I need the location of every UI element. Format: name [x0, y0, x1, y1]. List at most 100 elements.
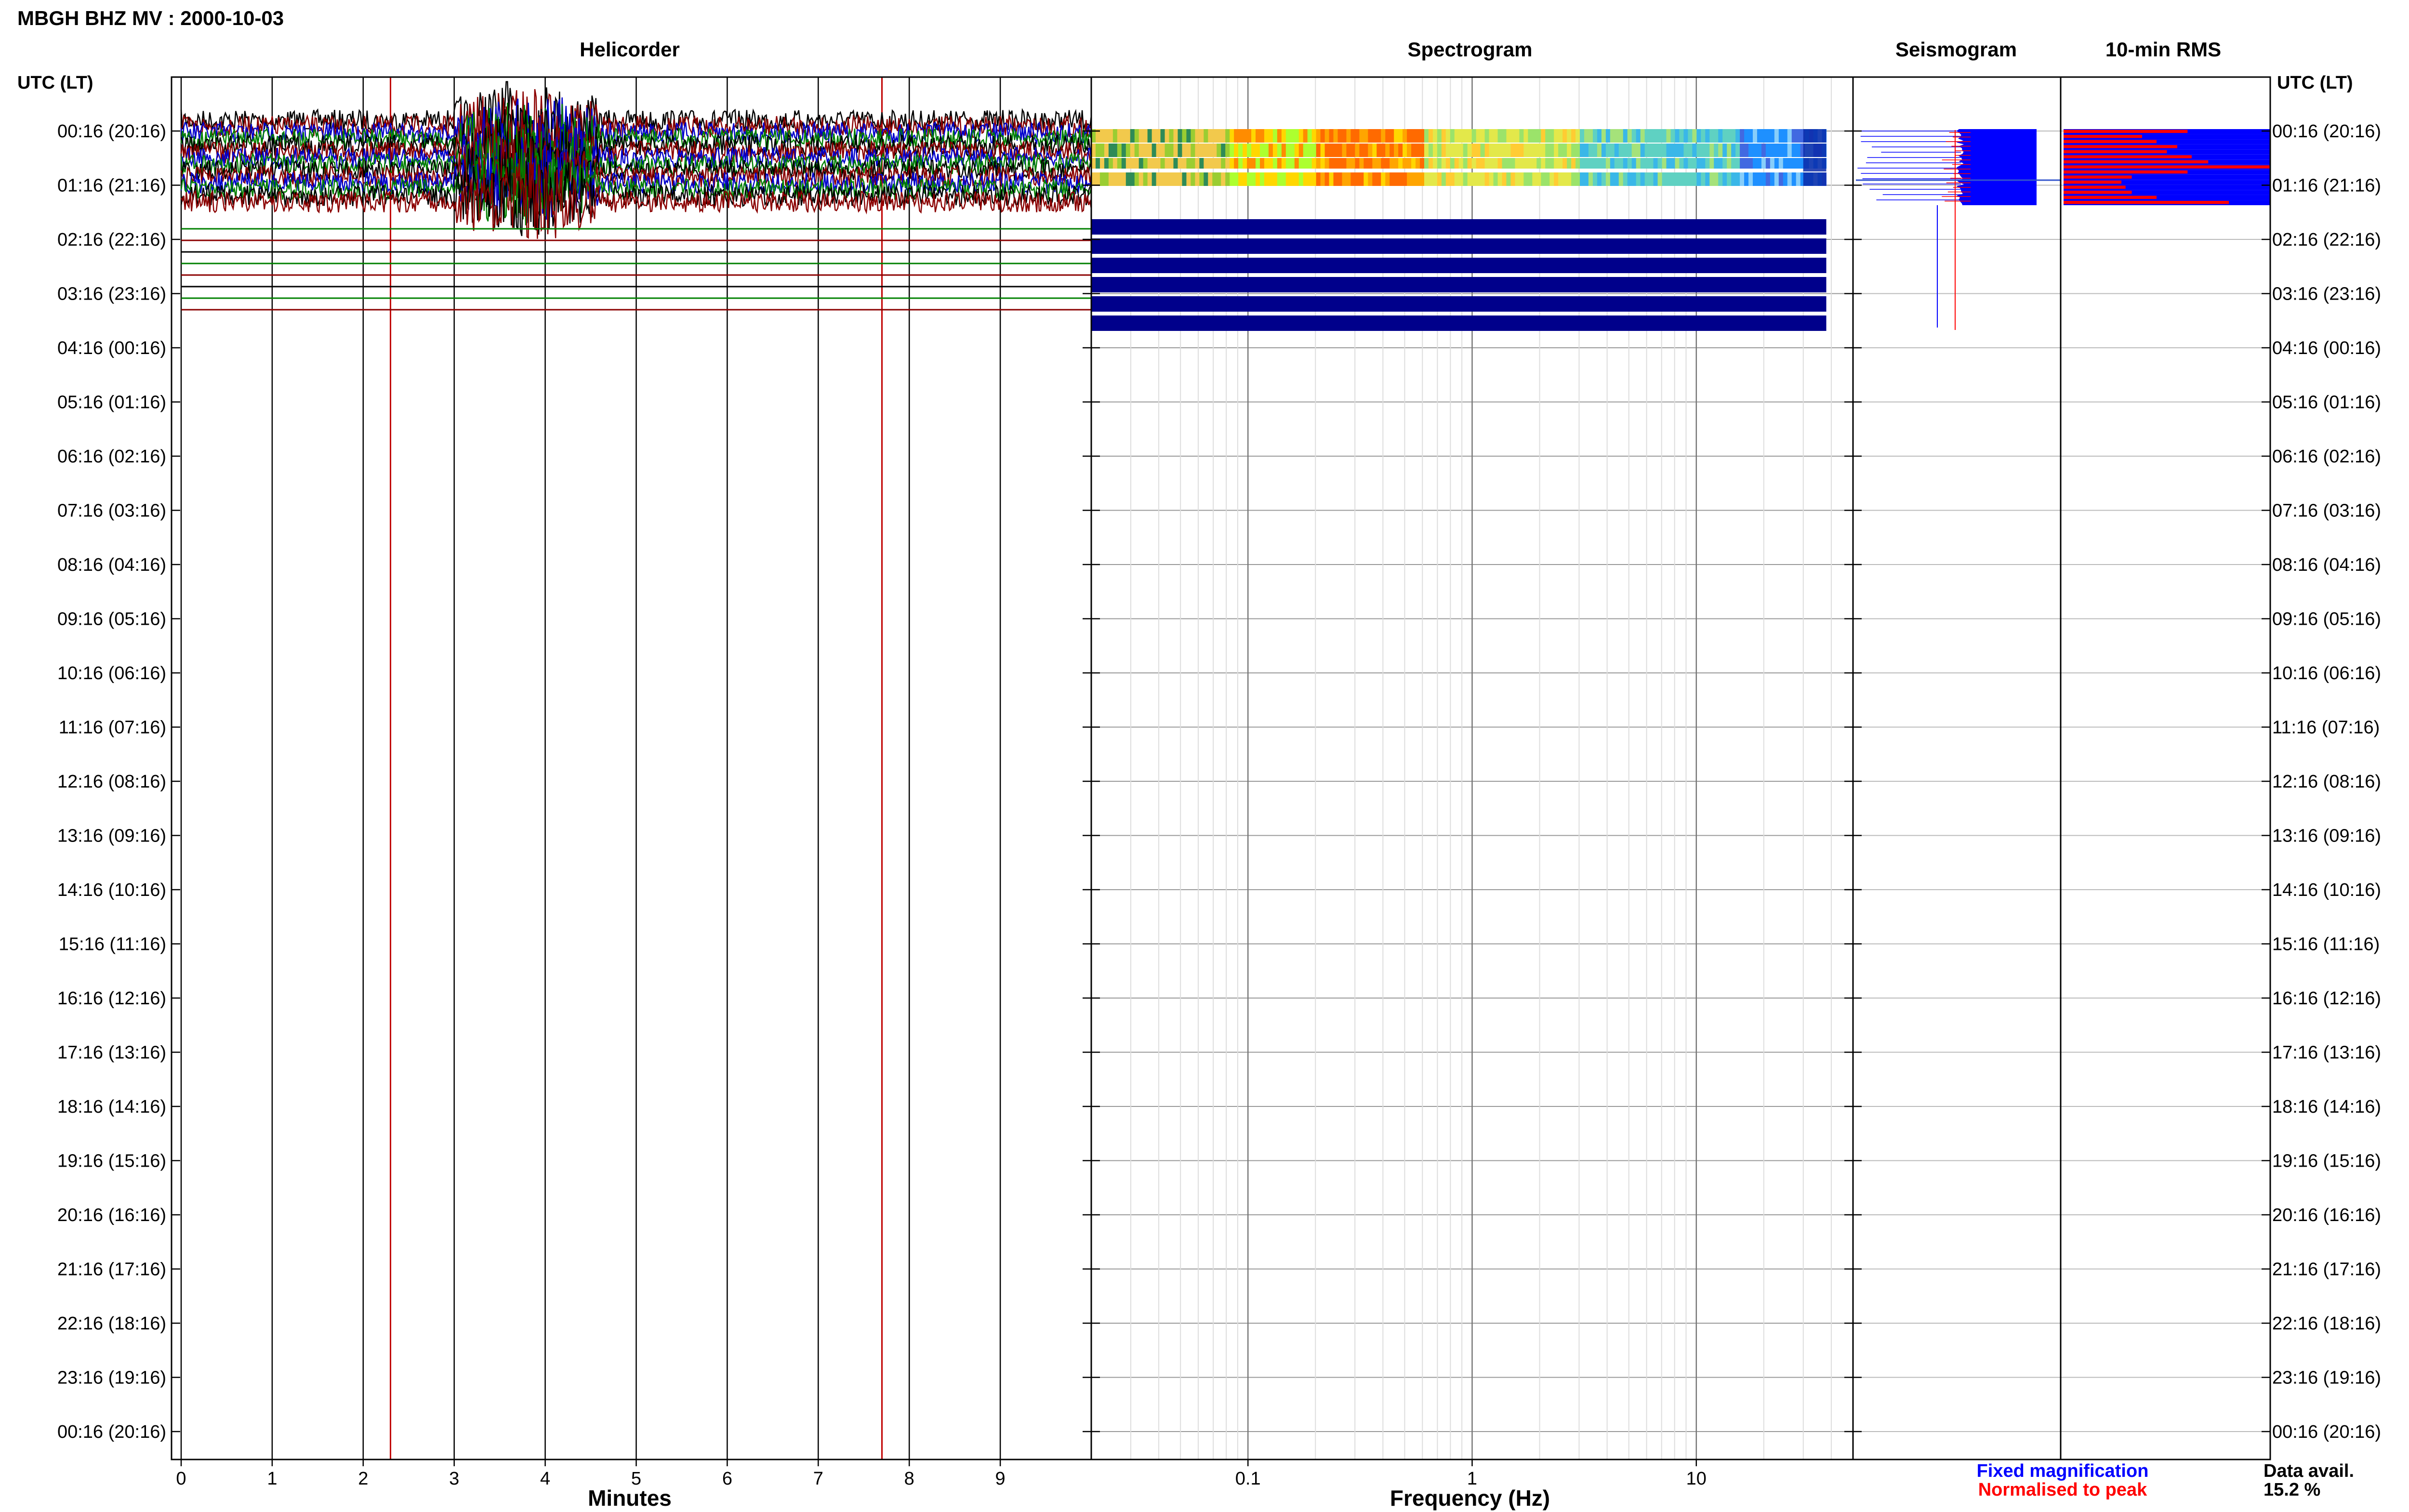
- spectrogram-cell: [1138, 129, 1144, 143]
- spectrogram-cell: [1359, 144, 1364, 157]
- spectrogram-cell: [1476, 172, 1481, 186]
- spectrogram-cell: [1264, 172, 1269, 186]
- spectrogram-cell: [1112, 158, 1118, 169]
- spectrogram-cell: [1567, 129, 1572, 143]
- spectrogram-cell: [1480, 158, 1485, 169]
- spectrogram-cell: [1281, 144, 1286, 157]
- spectrogram-cell: [1368, 158, 1373, 169]
- spectrogram-cell: [1134, 172, 1139, 186]
- spectrogram-cell: [1316, 158, 1321, 169]
- spectrogram-high-freq-edge: [1803, 144, 1827, 157]
- spectrogram-cell: [1657, 144, 1663, 157]
- spectrogram-cell: [1675, 129, 1680, 143]
- spectrogram-cell: [1489, 172, 1494, 186]
- spectrogram-cell: [1424, 144, 1429, 157]
- spectrogram-cell: [1346, 172, 1351, 186]
- spectrogram-cell: [1130, 172, 1135, 186]
- spectrogram-cell: [1476, 129, 1481, 143]
- spectrogram-cell: [1580, 129, 1585, 143]
- spectrogram-cell: [1748, 129, 1753, 143]
- spectrogram-cell: [1484, 158, 1490, 169]
- spectrogram-cell: [1683, 144, 1688, 157]
- spectrogram-cell: [1649, 144, 1654, 157]
- spectrogram-cell: [1324, 144, 1330, 157]
- spectrogram-title: Spectrogram: [1407, 38, 1532, 61]
- row-label-left: 01:16 (21:16): [57, 176, 166, 196]
- spectrogram-cell: [1727, 158, 1732, 169]
- spectrogram-cell: [1601, 129, 1606, 143]
- spectrogram-cell: [1165, 172, 1170, 186]
- spectrogram-cell: [1212, 129, 1217, 143]
- spectrogram-cell: [1117, 158, 1122, 169]
- spectrogram-cell: [1454, 144, 1459, 157]
- spectrogram-cell: [1657, 172, 1663, 186]
- spectrogram-cell: [1545, 158, 1550, 169]
- spectrogram-cell: [1182, 144, 1187, 157]
- spectrogram-cell: [1230, 129, 1234, 143]
- spectrogram-empty-band: [1091, 238, 1827, 254]
- spectrogram-cell: [1649, 172, 1654, 186]
- spectrogram-cell: [1208, 129, 1213, 143]
- spectrogram-cell: [1169, 144, 1174, 157]
- spectrogram-cell: [1614, 158, 1619, 169]
- spectrogram-cell: [1173, 158, 1178, 169]
- spectrogram-cell: [1627, 158, 1632, 169]
- spectrogram-cell: [1757, 172, 1762, 186]
- row-label-right: 21:16 (17:16): [2272, 1260, 2381, 1280]
- spectrogram-cell: [1152, 129, 1157, 143]
- spectrogram-cell: [1502, 144, 1507, 157]
- spectrogram-cell: [1355, 129, 1360, 143]
- helicorder-x-tick-label: 4: [540, 1469, 550, 1489]
- spectrogram-cell: [1191, 129, 1195, 143]
- seismogram-title: Seismogram: [1895, 38, 2017, 61]
- spectrogram-cell: [1199, 172, 1204, 186]
- spectrogram-cell: [1294, 172, 1299, 186]
- spectrogram-cell: [1774, 144, 1779, 157]
- spectrogram-cell: [1385, 158, 1390, 169]
- spectrogram-cell: [1095, 172, 1100, 186]
- spectrogram-cell: [1731, 172, 1736, 186]
- spectrogram-cell: [1407, 129, 1412, 143]
- spectrogram-cell: [1359, 158, 1364, 169]
- spectrogram-cell: [1441, 144, 1446, 157]
- spectrogram-cell: [1329, 129, 1334, 143]
- row-label-right: 10:16 (06:16): [2272, 663, 2381, 684]
- spectrogram-cell: [1285, 158, 1291, 169]
- spectrogram-cell: [1567, 158, 1572, 169]
- spectrogram-cell: [1108, 172, 1113, 186]
- spectrogram-cell: [1285, 144, 1291, 157]
- spectrogram-cell: [1558, 158, 1563, 169]
- spectrogram-cell: [1247, 172, 1252, 186]
- row-label-left: 06:16 (02:16): [57, 447, 166, 467]
- spectrogram-cell: [1471, 144, 1477, 157]
- spectrogram-cell: [1692, 144, 1697, 157]
- spectrogram-cell: [1636, 129, 1641, 143]
- spectrogram-cell: [1437, 129, 1442, 143]
- spectrogram-cell: [1497, 144, 1503, 157]
- spectrogram-cell: [1108, 144, 1113, 157]
- spectrogram-cell: [1778, 144, 1784, 157]
- spectrogram-cell: [1221, 129, 1226, 143]
- spectrogram-cell: [1748, 144, 1753, 157]
- spectrogram-cell: [1722, 172, 1727, 186]
- spectrogram-cell: [1761, 144, 1766, 157]
- rms-normalised-bar: [2064, 200, 2229, 204]
- spectrogram-cell: [1428, 158, 1433, 169]
- spectrogram-cell: [1320, 172, 1325, 186]
- spectrogram-cell: [1381, 144, 1386, 157]
- spectrogram-cell: [1272, 172, 1278, 186]
- spectrogram-cell: [1666, 144, 1671, 157]
- spectrogram-cell: [1709, 172, 1714, 186]
- spectrogram-cell: [1403, 144, 1407, 157]
- spectrogram-cell: [1549, 158, 1554, 169]
- spectrogram-cell: [1718, 158, 1723, 169]
- spectrogram-cell: [1575, 172, 1580, 186]
- spectrogram-cell: [1502, 129, 1507, 143]
- spectrogram-cell: [1256, 158, 1260, 169]
- spectrogram-cell: [1372, 158, 1377, 169]
- spectrogram-cell: [1610, 129, 1615, 143]
- spectrogram-cell: [1631, 129, 1637, 143]
- spectrogram-cell: [1208, 144, 1213, 157]
- spectrogram-cell: [1186, 158, 1191, 169]
- spectrogram-cell: [1471, 158, 1477, 169]
